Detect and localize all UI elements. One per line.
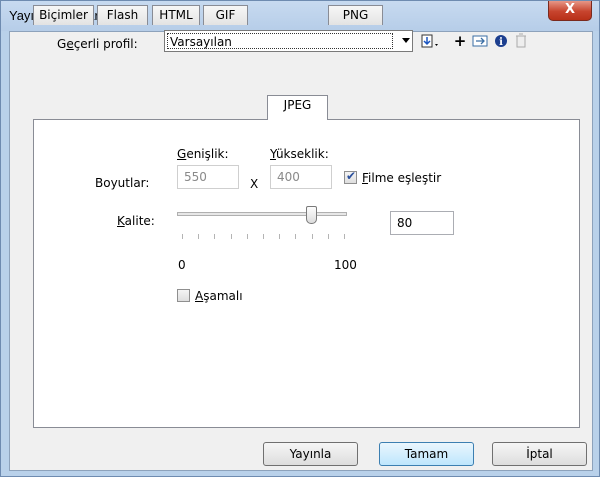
info-icon: i — [495, 35, 507, 48]
width-field[interactable]: 550 — [177, 165, 239, 189]
slider-tick — [214, 234, 216, 239]
dimensions-label: Boyutlar: — [95, 176, 150, 190]
svg-text:i: i — [499, 37, 503, 48]
plus-icon: + — [453, 32, 467, 50]
slider-tick — [327, 234, 329, 239]
slider-tick — [182, 234, 183, 239]
slider-tick — [246, 234, 248, 239]
progressive-checkbox[interactable] — [177, 289, 190, 302]
tab-jpeg[interactable]: JPEG — [267, 95, 328, 120]
quality-max-label: 100 — [334, 258, 357, 272]
slider-tick — [279, 234, 281, 239]
duplicate-icon — [472, 35, 488, 47]
tab-png[interactable]: PNG — [328, 5, 383, 25]
slider-tick — [295, 234, 297, 239]
match-movie-label[interactable]: Filme eşleştir — [362, 171, 441, 185]
import-icon — [421, 34, 438, 48]
import-export-profile-button[interactable] — [420, 32, 442, 50]
current-profile-label: Geçerli profil: — [57, 37, 138, 51]
quality-min-label: 0 — [178, 258, 186, 272]
ok-button[interactable]: Tamam — [379, 442, 474, 466]
close-icon: X — [564, 2, 576, 17]
height-field[interactable]: 400 — [270, 165, 332, 189]
width-label: Genişlik: — [177, 147, 229, 161]
close-button[interactable]: X — [548, 1, 592, 21]
slider-tick — [263, 234, 264, 239]
tab-flash[interactable]: Flash — [97, 5, 148, 25]
profile-dropdown[interactable]: Varsayılan — [164, 30, 413, 52]
publish-button[interactable]: Yayınla — [263, 442, 358, 466]
height-label: Yükseklik: — [270, 147, 329, 161]
tab-html[interactable]: HTML — [152, 5, 200, 25]
quality-slider-ticks — [182, 234, 345, 240]
profile-settings-button[interactable]: i — [492, 32, 510, 50]
tab-gif[interactable]: GIF — [203, 5, 248, 25]
dimension-separator: X — [250, 177, 259, 191]
chevron-down-icon[interactable] — [402, 38, 410, 43]
duplicate-profile-button[interactable] — [471, 32, 489, 50]
slider-tick — [311, 234, 313, 239]
progressive-label[interactable]: Aşamalı — [195, 289, 243, 303]
quality-slider-thumb[interactable] — [305, 206, 317, 224]
quality-label: Kalite: — [117, 214, 155, 228]
cancel-button[interactable]: İptal — [492, 442, 587, 466]
delete-profile-button[interactable] — [513, 32, 529, 50]
slider-tick — [344, 234, 345, 239]
slider-tick — [198, 234, 200, 239]
profile-dropdown-value: Varsayılan — [167, 33, 393, 49]
add-profile-button[interactable]: + — [453, 32, 467, 50]
slider-tick — [230, 234, 232, 239]
quality-input[interactable]: 80 — [390, 211, 454, 235]
match-movie-checkbox[interactable] — [344, 169, 357, 184]
quality-slider-track[interactable] — [177, 212, 347, 216]
trash-icon — [516, 33, 526, 48]
tab-formats[interactable]: Biçimler — [33, 5, 94, 25]
publish-settings-dialog: Yayınlama Ayarları X Geçerli profil: Var… — [0, 0, 600, 477]
